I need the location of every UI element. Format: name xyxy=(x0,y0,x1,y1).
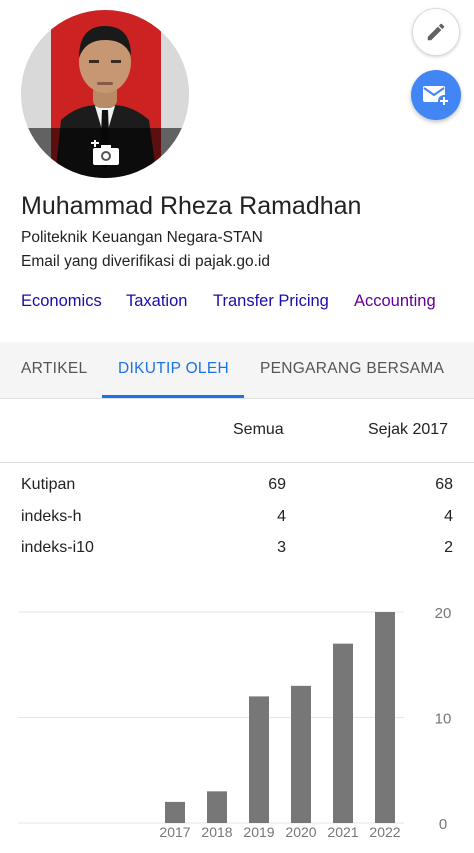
tab-co-authors[interactable]: PENGARANG BERSAMA xyxy=(260,342,444,399)
follow-email-button[interactable] xyxy=(411,70,461,120)
bar-2022[interactable] xyxy=(375,612,395,823)
profile-name: Muhammad Rheza Ramadhan xyxy=(21,192,362,220)
x-tick-label: 2017 xyxy=(159,824,190,840)
verified-email-note: Email yang diverifikasi di pajak.go.id xyxy=(21,253,270,270)
interest-link-accounting[interactable]: Accounting xyxy=(354,292,436,311)
y-tick-label: 0 xyxy=(439,816,447,833)
stat-label-h-index: indeks-h xyxy=(21,508,82,525)
add-email-icon xyxy=(423,86,450,107)
edit-profile-button[interactable] xyxy=(412,8,460,56)
x-tick-label: 2019 xyxy=(243,824,274,840)
stat-citations-all: 69 xyxy=(268,476,286,493)
stat-label-i10-index: indeks-i10 xyxy=(21,539,94,556)
stat-h-index-since: 4 xyxy=(444,508,453,525)
x-tick-label: 2021 xyxy=(327,824,358,840)
bar-2017[interactable] xyxy=(165,801,185,823)
tab-articles[interactable]: ARTIKEL xyxy=(21,342,87,399)
pencil-icon xyxy=(427,23,445,41)
stat-h-index-all: 4 xyxy=(277,508,286,525)
stats-divider xyxy=(0,462,474,463)
interest-link-economics[interactable]: Economics xyxy=(21,292,102,311)
y-tick-label: 20 xyxy=(435,605,452,622)
bar-2021[interactable] xyxy=(333,643,353,823)
stat-i10-index-since: 2 xyxy=(444,539,453,556)
tab-bar: ARTIKEL DIKUTIP OLEH PENGARANG BERSAMA xyxy=(0,342,474,399)
bar-2018[interactable] xyxy=(207,791,227,823)
profile-affiliation: Politeknik Keuangan Negara-STAN xyxy=(21,229,263,246)
bar-2019[interactable] xyxy=(249,696,269,823)
active-tab-indicator xyxy=(102,395,244,398)
stat-citations-since: 68 xyxy=(435,476,453,493)
add-photo-icon[interactable] xyxy=(91,140,121,166)
x-tick-label: 2022 xyxy=(369,824,400,840)
profile-photo[interactable] xyxy=(21,10,189,178)
stat-i10-index-all: 3 xyxy=(277,539,286,556)
y-tick-label: 10 xyxy=(435,711,452,728)
interest-link-transfer-pricing[interactable]: Transfer Pricing xyxy=(213,292,329,311)
bar-2020[interactable] xyxy=(291,685,311,823)
x-tick-label: 2020 xyxy=(285,824,316,840)
interest-link-taxation[interactable]: Taxation xyxy=(126,292,187,311)
stats-header-all: Semua xyxy=(233,421,284,438)
stat-label-citations: Kutipan xyxy=(21,476,76,493)
citations-per-year-chart: 0 10 20 2017 2018 2019 2020 2021 2022 xyxy=(18,605,452,840)
x-tick-label: 2018 xyxy=(201,824,232,840)
tab-cited-by[interactable]: DIKUTIP OLEH xyxy=(118,342,229,399)
stats-header-since: Sejak 2017 xyxy=(368,421,449,438)
